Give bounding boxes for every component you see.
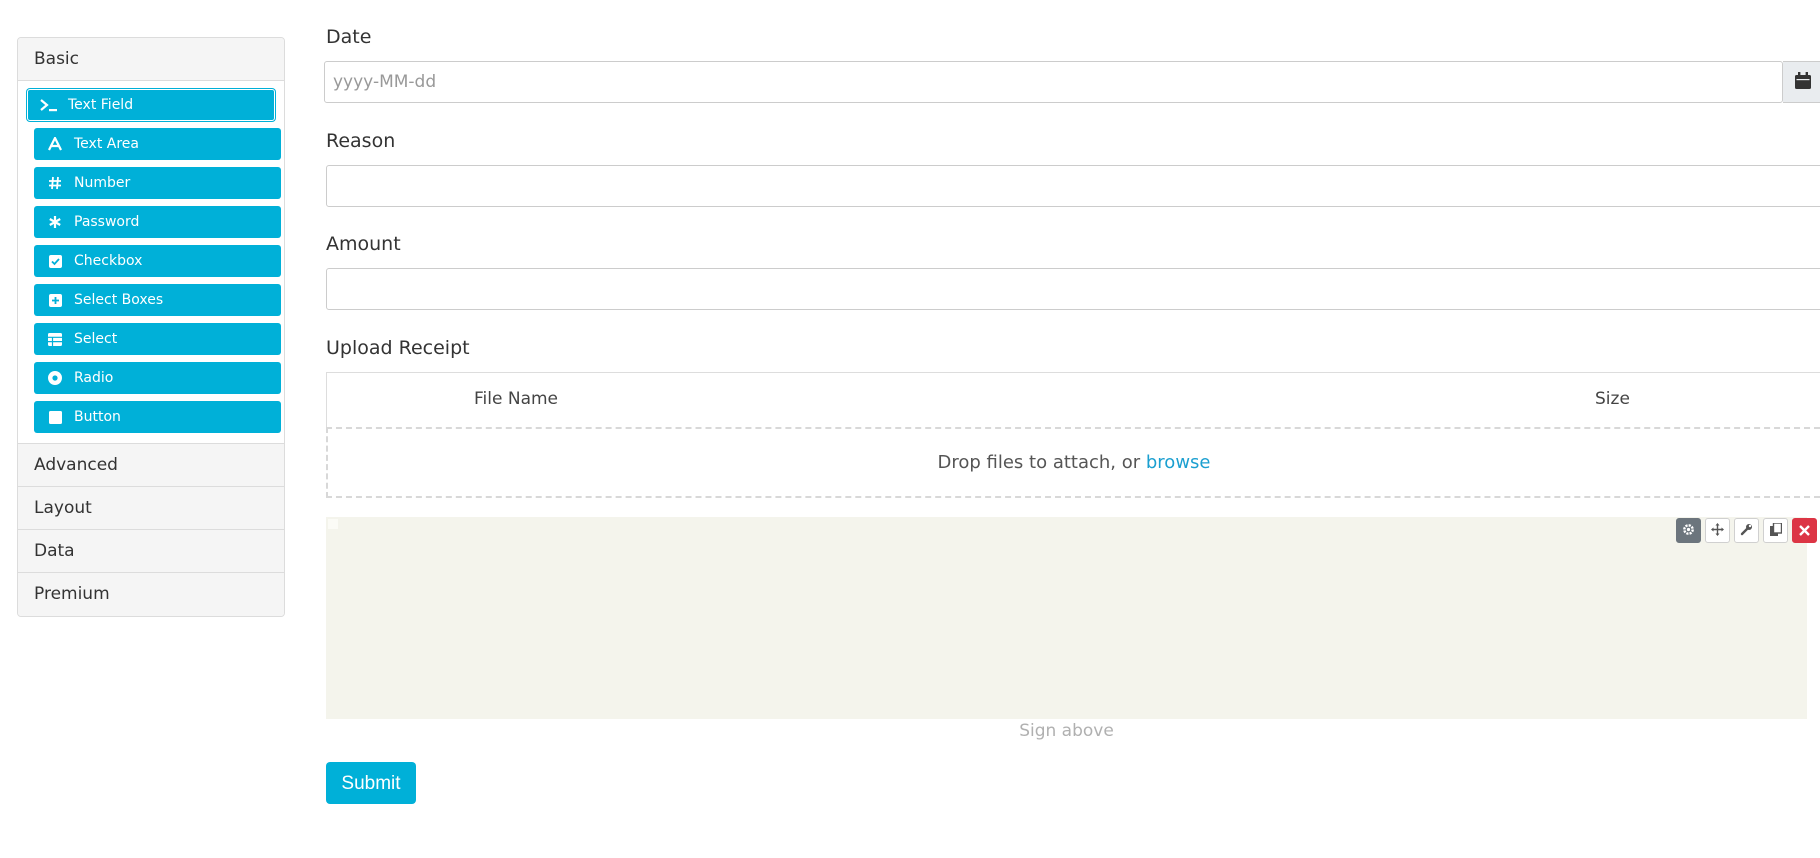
edit-json-button[interactable] (1734, 518, 1759, 543)
component-label: Radio (74, 370, 114, 386)
close-icon (1799, 521, 1810, 540)
component-label: Number (74, 175, 131, 191)
copy-icon (1769, 521, 1782, 540)
component-label: Select Boxes (74, 292, 164, 308)
wrench-icon (1740, 521, 1753, 540)
upload-label: Upload Receipt (326, 337, 470, 359)
check-square-icon (46, 252, 64, 270)
hashtag-icon (46, 174, 64, 192)
component-button[interactable]: Button (34, 401, 281, 433)
component-password[interactable]: Password (34, 206, 281, 238)
basic-components: Text Field Text Area Number Password Che… (18, 81, 284, 444)
component-checkbox[interactable]: Checkbox (34, 245, 281, 277)
calendar-icon (1794, 71, 1811, 93)
group-data[interactable]: Data (18, 530, 284, 573)
component-label: Button (74, 409, 121, 425)
copy-button[interactable] (1763, 518, 1788, 543)
group-premium[interactable]: Premium (18, 573, 284, 616)
date-label: Date (326, 26, 372, 48)
column-file-name: File Name (474, 389, 559, 409)
component-radio[interactable]: Radio (34, 362, 281, 394)
group-basic[interactable]: Basic (18, 38, 284, 81)
settings-button[interactable] (1676, 518, 1701, 543)
component-label: Password (74, 214, 140, 230)
table-icon (46, 330, 64, 348)
component-text-field[interactable]: Text Field (27, 89, 275, 121)
calendar-button[interactable] (1783, 61, 1820, 103)
group-advanced[interactable]: Advanced (18, 444, 284, 487)
move-button[interactable] (1705, 518, 1730, 543)
component-select[interactable]: Select (34, 323, 281, 355)
file-dropzone[interactable]: Drop files to attach, or browse (326, 427, 1820, 498)
component-select-boxes[interactable]: Select Boxes (34, 284, 281, 316)
dot-circle-icon (46, 369, 64, 387)
reason-input[interactable] (326, 165, 1820, 207)
reason-label: Reason (326, 130, 396, 152)
component-number[interactable]: Number (34, 167, 281, 199)
component-text-area[interactable]: Text Area (34, 128, 281, 160)
font-icon (46, 135, 64, 153)
component-label: Text Field (68, 97, 134, 113)
component-label: Text Area (74, 136, 139, 152)
signature-pad[interactable] (326, 517, 1807, 719)
group-layout[interactable]: Layout (18, 487, 284, 530)
asterisk-icon (46, 213, 64, 231)
signature-corner (328, 519, 338, 529)
builder-sidebar: Basic Text Field Text Area Number Passwo… (17, 37, 285, 617)
signature-hint: Sign above (1019, 721, 1114, 741)
drop-text: Drop files to attach, or (937, 452, 1146, 473)
browse-link[interactable]: browse (1146, 452, 1211, 473)
remove-button[interactable] (1792, 518, 1817, 543)
component-label: Select (74, 331, 118, 347)
amount-label: Amount (326, 233, 401, 255)
stop-icon (46, 408, 64, 426)
file-table-header: File Name Size (326, 372, 1820, 427)
plus-square-icon (46, 291, 64, 309)
component-toolbar (1676, 518, 1817, 543)
amount-input[interactable] (326, 268, 1820, 310)
move-icon (1711, 521, 1724, 540)
gear-icon (1682, 521, 1695, 540)
terminal-icon (40, 96, 58, 114)
submit-button[interactable]: Submit (326, 762, 416, 804)
column-size: Size (1595, 389, 1630, 409)
component-label: Checkbox (74, 253, 143, 269)
date-input[interactable]: yyyy-MM-dd (324, 61, 1783, 103)
